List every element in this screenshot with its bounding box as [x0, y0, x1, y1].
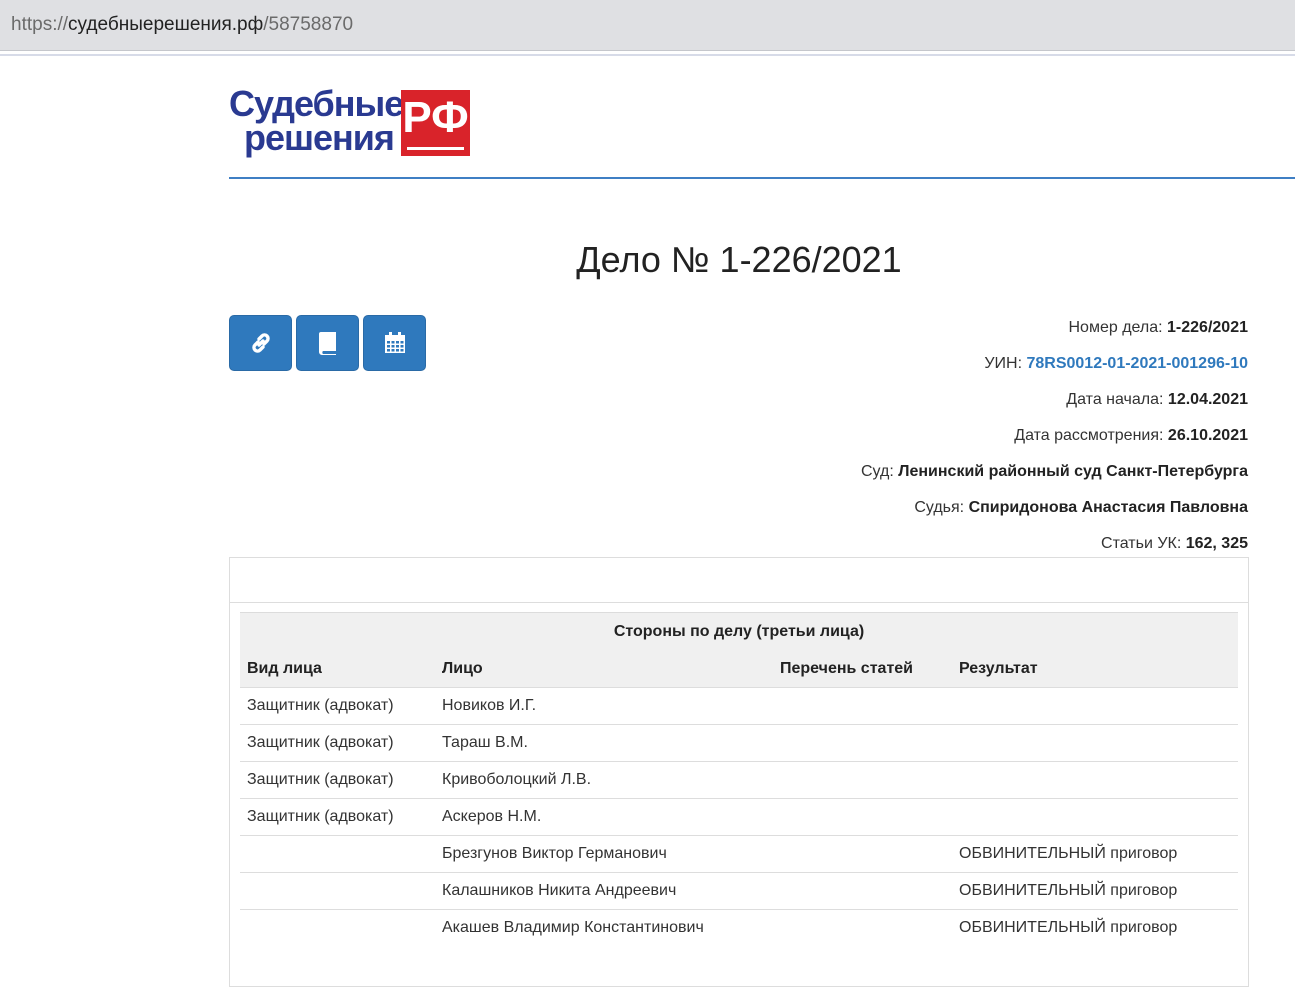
parties-caption: Стороны по делу (третьи лица) — [240, 612, 1238, 651]
url-path: /58758870 — [263, 14, 354, 35]
cell-articles — [773, 910, 952, 947]
calendar-button[interactable] — [363, 315, 426, 371]
cell-result — [952, 687, 1238, 725]
header-divider — [229, 177, 1295, 179]
table-row: Защитник (адвокат) Кривоболоцкий Л.В. — [240, 761, 1238, 799]
panel-header-divider — [230, 602, 1248, 603]
parties-header-row: Вид лица Лицо Перечень статей Результат — [240, 651, 1238, 688]
calendar-icon — [384, 332, 405, 353]
cell-role — [240, 835, 435, 873]
cell-articles — [773, 761, 952, 799]
logo-badge-underline — [407, 147, 464, 150]
judge-value: Спиридонова Анастасия Павловна — [968, 499, 1248, 516]
cell-articles — [773, 687, 952, 725]
court-row: Суд: Ленинский районный суд Санкт-Петерб… — [861, 463, 1248, 481]
column-header-result: Результат — [952, 651, 1238, 688]
cell-articles — [773, 724, 952, 762]
cell-person: Новиков И.Г. — [435, 687, 773, 725]
cell-result: ОБВИНИТЕЛЬНЫЙ приговор — [952, 872, 1238, 910]
cell-person: Калашников Никита Андреевич — [435, 872, 773, 910]
table-row: Защитник (адвокат) Аскеров Н.М. — [240, 798, 1238, 836]
cell-result: ОБВИНИТЕЛЬНЫЙ приговор — [959, 919, 1178, 936]
cell-articles — [773, 798, 952, 836]
cell-articles — [773, 835, 952, 873]
cell-role: Защитник (адвокат) — [240, 798, 435, 836]
parties-caption-row: Стороны по делу (третьи лица) — [240, 612, 1238, 651]
cell-result — [952, 761, 1238, 799]
cell-person: Брезгунов Виктор Германович — [435, 835, 773, 873]
link-button[interactable] — [229, 315, 292, 371]
parties-table: Стороны по делу (третьи лица) Вид лица Л… — [240, 612, 1238, 946]
table-row: Акашев Владимир Константинович ОБВИНИТЕЛ… — [240, 910, 1238, 947]
link-icon — [251, 333, 270, 353]
table-row: Защитник (адвокат) Новиков И.Г. — [240, 687, 1238, 725]
case-number-value: 1-226/2021 — [1167, 319, 1248, 336]
uin-label: УИН: — [984, 355, 1023, 372]
table-row: Брезгунов Виктор Германович ОБВИНИТЕЛЬНЫ… — [240, 835, 1238, 873]
column-header-person: Лицо — [435, 651, 773, 688]
logo-badge: РФ — [401, 90, 470, 156]
column-header-role: Вид лица — [240, 651, 435, 688]
cell-role — [240, 910, 435, 947]
cell-role — [240, 872, 435, 910]
cell-articles — [773, 872, 952, 910]
book-icon — [318, 332, 336, 355]
table-row: Защитник (адвокат) Тараш В.М. — [240, 724, 1238, 762]
site-logo[interactable]: Судебные решения РФ — [229, 86, 474, 158]
uin-row: УИН: 78RS0012-01-2021-001296-10 — [984, 355, 1248, 373]
uin-link[interactable]: 78RS0012-01-2021-001296-10 — [1026, 355, 1248, 372]
page-title: Дело № 1-226/2021 — [576, 239, 902, 280]
start-date-row: Дата начала: 12.04.2021 — [1066, 391, 1248, 409]
cell-person: Кривоболоцкий Л.В. — [435, 761, 773, 799]
logo-badge-text: РФ — [402, 93, 469, 142]
cell-result: ОБВИНИТЕЛЬНЫЙ приговор — [952, 835, 1238, 873]
cell-person: Акашев Владимир Константинович — [442, 919, 704, 936]
cell-result — [952, 724, 1238, 762]
start-date-value: 12.04.2021 — [1167, 391, 1248, 408]
cell-person: Тараш В.М. — [435, 724, 773, 762]
articles-value: 162, 325 — [1185, 535, 1248, 552]
cell-result — [952, 798, 1238, 836]
cell-role: Защитник (адвокат) — [240, 687, 435, 725]
url-host: судебныерешения.рф — [68, 14, 264, 35]
document-button[interactable] — [296, 315, 359, 371]
articles-label: Статьи УК: — [1101, 535, 1182, 552]
review-date-row: Дата рассмотрения: 26.10.2021 — [1014, 427, 1248, 445]
case-number-label: Номер дела: — [1068, 319, 1163, 336]
review-date-label: Дата рассмотрения: — [1014, 427, 1164, 444]
start-date-label: Дата начала: — [1066, 391, 1164, 408]
cell-role: Защитник (адвокат) — [240, 724, 435, 762]
court-label: Суд: — [860, 463, 894, 480]
judge-row: Судья: Спиридонова Анастасия Павловна — [914, 499, 1248, 517]
review-date-value: 26.10.2021 — [1167, 427, 1248, 444]
cell-role: Защитник (адвокат) — [240, 761, 435, 799]
court-value: Ленинский районный суд Санкт-Петербурга — [898, 463, 1248, 480]
address-bar-divider — [0, 54, 1295, 56]
browser-address-bar[interactable]: https://судебныерешения.рф/58758870 — [0, 0, 1295, 51]
judge-label: Судья: — [914, 499, 965, 516]
cell-person: Аскеров Н.М. — [435, 798, 773, 836]
url-protocol: https:// — [11, 14, 69, 35]
logo-line2: решения — [244, 117, 395, 158]
url-text[interactable]: https://судебныерешения.рф/58758870 — [11, 14, 353, 36]
case-number-row: Номер дела: 1-226/2021 — [1069, 319, 1249, 337]
articles-row: Статьи УК: 162, 325 — [1101, 535, 1248, 553]
column-header-articles: Перечень статей — [773, 651, 952, 688]
table-row: Калашников Никита Андреевич ОБВИНИТЕЛЬНЫ… — [240, 872, 1238, 910]
